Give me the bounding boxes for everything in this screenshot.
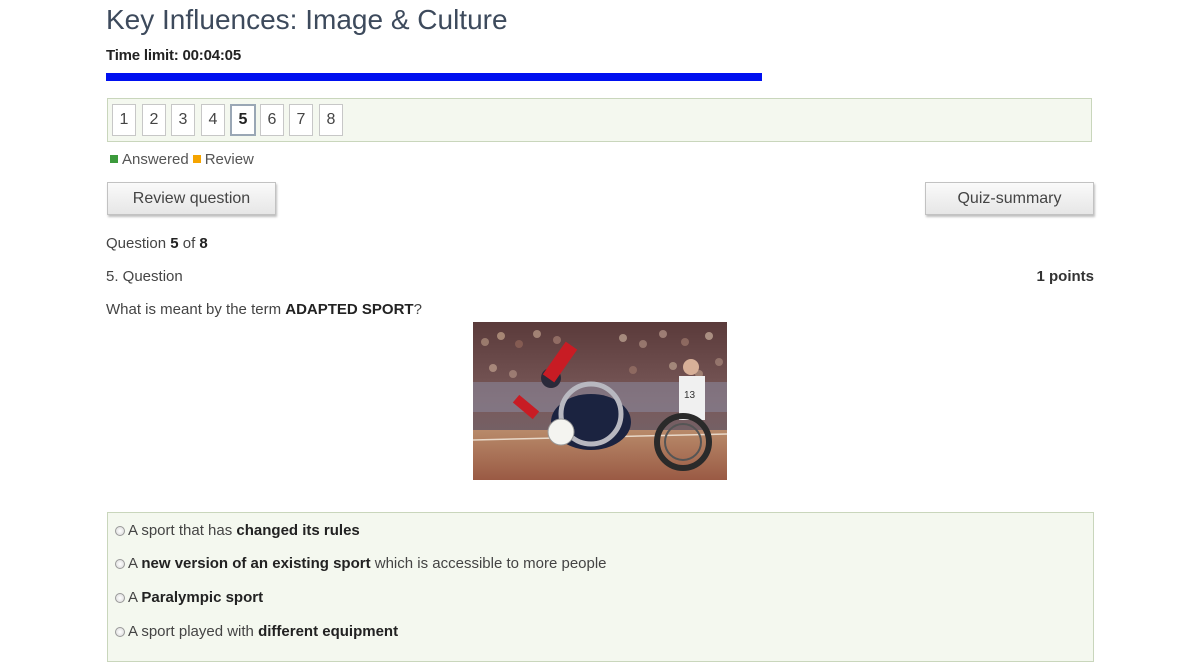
question-text-term: ADAPTED SPORT — [285, 301, 414, 318]
radio-button-icon[interactable] — [115, 627, 125, 637]
question-nav-8[interactable]: 8 — [319, 104, 343, 136]
jersey-number: 13 — [684, 390, 696, 401]
question-current-number: 5 — [170, 235, 179, 252]
answer-text-part: A sport that has — [128, 522, 237, 539]
question-text: What is meant by the term ADAPTED SPORT? — [106, 301, 422, 318]
radio-button-icon[interactable] — [115, 526, 125, 536]
time-progress-fill — [106, 73, 763, 81]
question-nav-5[interactable]: 5 — [230, 104, 256, 136]
radio-button-icon[interactable] — [115, 593, 125, 603]
time-progress-bar — [106, 73, 911, 81]
question-nav-4[interactable]: 4 — [201, 104, 225, 136]
answer-option-3[interactable]: A Paralympic sport — [115, 589, 263, 606]
answered-square-icon — [110, 155, 118, 163]
question-points: 1 points — [1036, 268, 1094, 285]
question-nav-3[interactable]: 3 — [171, 104, 195, 136]
time-limit: Time limit: 00:04:05 — [106, 47, 241, 64]
question-text-before: What is meant by the term — [106, 301, 282, 318]
question-counter-prefix: Question — [106, 235, 167, 252]
answer-text-part: A sport played with — [128, 623, 259, 640]
answer-option-4[interactable]: A sport played with different equipment — [115, 623, 398, 640]
answer-options: A sport that has changed its rules A new … — [107, 512, 1094, 662]
question-nav-6[interactable]: 6 — [260, 104, 284, 136]
question-nav-2[interactable]: 2 — [142, 104, 166, 136]
quiz-title: Key Influences: Image & Culture — [106, 4, 508, 35]
answer-text-part: new version of an existing sport — [141, 555, 371, 572]
question-heading: 5. Question — [106, 268, 183, 285]
time-remaining: 00:04:05 — [182, 47, 242, 64]
answer-text-part: A — [128, 555, 142, 572]
time-limit-label: Time limit: — [106, 47, 179, 64]
question-nav-7[interactable]: 7 — [289, 104, 313, 136]
answer-text-part: Paralympic sport — [141, 589, 264, 606]
answer-text-part: changed its rules — [236, 522, 360, 539]
legend-review-label: Review — [204, 151, 254, 168]
answer-text-part: which is accessible to more people — [370, 555, 607, 572]
review-square-icon — [192, 155, 201, 163]
question-counter: Question 5 of 8 — [106, 235, 208, 252]
legend-answered-label: Answered — [122, 151, 189, 168]
wheelchair-rugby-photo: 13 — [473, 322, 727, 480]
radio-button-icon[interactable] — [115, 559, 125, 569]
status-legend: Answered Review — [110, 151, 254, 168]
quiz-summary-button[interactable]: Quiz-summary — [925, 182, 1094, 215]
question-photo: 13 — [473, 322, 727, 480]
answer-text-part: different equipment — [258, 623, 399, 640]
review-question-button[interactable]: Review question — [107, 182, 276, 215]
answer-option-1[interactable]: A sport that has changed its rules — [115, 522, 360, 539]
answer-option-2[interactable]: A new version of an existing sport which… — [115, 555, 607, 572]
question-text-after: ? — [413, 301, 422, 318]
question-total-number: 8 — [199, 235, 208, 252]
question-nav-1[interactable]: 1 — [112, 104, 136, 136]
question-counter-of: of — [182, 235, 196, 252]
answer-text-part: A — [128, 589, 142, 606]
question-navigation: 1 2 3 4 5 6 7 8 — [107, 98, 1092, 142]
